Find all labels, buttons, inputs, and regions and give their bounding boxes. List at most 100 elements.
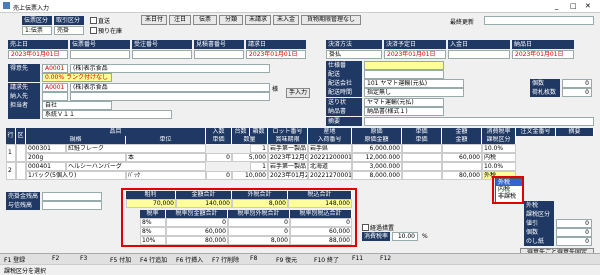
kamotsu-kigen-button[interactable]: 貨物期限管理なし (301, 15, 361, 25)
row1-tanka[interactable] (402, 144, 442, 153)
f7-button[interactable]: F7 行削除 (212, 255, 239, 264)
nohin-field[interactable]: 2023年01月01日 (512, 50, 574, 59)
row2-name[interactable]: ヘルシーハンバーグ (66, 162, 206, 171)
chokuso-checkbox[interactable] (90, 17, 97, 24)
denpyo-button[interactable]: 伝票 (193, 15, 217, 25)
col-ku: 区 (16, 128, 26, 144)
f10-button[interactable]: F10 終了 (314, 255, 339, 264)
kosu-bottom-field[interactable]: 0 (556, 228, 592, 237)
bunrui-button[interactable]: 分類 (219, 15, 243, 25)
row1-tanka2[interactable] (402, 153, 442, 162)
f3-button[interactable]: F3 (80, 255, 87, 262)
denpyo-kubun-select[interactable]: 1:伝票 (22, 26, 52, 35)
tax-type-field[interactable]: 10.00 (392, 232, 418, 241)
row1-sanchi[interactable]: 岩手県 (308, 144, 352, 153)
biko-field[interactable] (364, 117, 594, 126)
row1-kingaku2[interactable]: 60,000 (442, 153, 482, 162)
row2-shomi[interactable]: 2023年01月22日 (268, 171, 308, 180)
row1-code2[interactable]: 200g (26, 153, 126, 162)
kosu-field[interactable]: 0 (562, 79, 592, 88)
nebiki-field[interactable]: 0 (556, 219, 592, 228)
col-suryo: 数量 (232, 136, 268, 144)
kessai-yotei-field[interactable]: 2023年01月01日 (384, 50, 446, 59)
niokuri-field[interactable]: 0 (562, 88, 592, 97)
row2-kingaku[interactable] (442, 162, 482, 171)
seikyusaki-name-field[interactable]: (株)表示食品 (70, 83, 270, 92)
row2-unit[interactable]: ﾊﾟｯｸ (126, 171, 206, 180)
okurijo-field[interactable]: ヤマト運輸(元払) (364, 98, 444, 107)
row2-zeiritsu[interactable]: 10.0% (482, 162, 516, 171)
keigen-checkbox[interactable] (362, 224, 369, 231)
kamoku-field[interactable] (364, 61, 444, 70)
row2-code[interactable]: 000401 (26, 162, 66, 171)
row2-code2[interactable]: 1パック(5個入り) (26, 171, 126, 180)
f4-button[interactable]: F4 行追加 (140, 255, 167, 264)
f1-button[interactable]: F1 登録 (4, 255, 25, 264)
row2-genka2[interactable]: 8,000.000 (352, 171, 402, 180)
tantosha-field[interactable]: 自社 (42, 101, 112, 110)
nyukin-field[interactable] (448, 50, 510, 59)
f9-button[interactable]: F9 復元 (276, 255, 297, 264)
row1-kingaku[interactable] (442, 144, 482, 153)
denpyo-no-field[interactable] (70, 50, 130, 59)
row1-genka[interactable]: 6,000.000 (352, 144, 402, 153)
row1-name[interactable]: 紅鮭フレーク (66, 144, 206, 153)
row2-kingaku2[interactable]: 80,000 (442, 171, 482, 180)
chuubi-button[interactable]: 注日 (169, 15, 191, 25)
azukari-checkbox[interactable] (90, 27, 97, 34)
juchu-no-field[interactable] (132, 50, 192, 59)
row1-zeiritsu[interactable]: 10.0% (482, 144, 516, 153)
row2-tanka[interactable] (402, 162, 442, 171)
f2-button[interactable]: F2 (52, 255, 59, 262)
mi-seikyu-button[interactable]: 未請求 (245, 15, 271, 25)
nonyusaki-code-field[interactable] (42, 92, 68, 101)
tenyuryoku-button[interactable]: 手入力 (286, 88, 310, 98)
row2-hako[interactable]: 1 (250, 162, 268, 171)
row2-ku[interactable] (16, 162, 26, 180)
row1-genka2[interactable]: 12,000.000 (352, 153, 402, 162)
minimize-button[interactable]: _ (555, 2, 559, 10)
row2-dai[interactable]: 10,000 (232, 171, 268, 180)
tokuisaki-name-field[interactable]: (株)表示食品 (70, 64, 270, 73)
close-button[interactable]: ✕ (585, 2, 591, 10)
tokuisaki-code-field[interactable]: A0001 (42, 64, 68, 73)
row1-hako[interactable]: 1 (250, 144, 268, 153)
tantosha-name-field[interactable]: 系統Ｖ１１ (42, 110, 172, 119)
row2-tanka2[interactable] (402, 171, 442, 180)
maximize-button[interactable]: □ (570, 2, 577, 10)
row2-sanchi[interactable]: 北海道 (308, 162, 352, 171)
torihiki-kubun-select[interactable]: 売掛 (54, 26, 84, 35)
row1-unit[interactable]: 本 (126, 153, 206, 162)
tax-row2-total: 60,000 (290, 227, 352, 236)
mitsumori-no-field[interactable] (194, 50, 244, 59)
f5-button[interactable]: F5 付加 (110, 255, 131, 264)
row1-kazei[interactable]: 内税 (482, 153, 516, 162)
hatsu-field[interactable]: 納品書(様式１) (364, 107, 444, 116)
haiso-field[interactable] (364, 70, 444, 79)
row1-shomi[interactable]: 2023年12月08日 (268, 153, 308, 162)
nonyusaki-name-field[interactable] (70, 92, 270, 101)
row1-ku[interactable] (16, 144, 26, 162)
row2-genka[interactable]: 3,000.000 (352, 162, 402, 171)
row2-iri[interactable]: 0 (206, 171, 232, 180)
haiso-method-field[interactable]: 指定無し (364, 88, 464, 97)
f8-button[interactable]: F8 (250, 255, 257, 262)
row1-dai[interactable]: 5,000 (232, 153, 268, 162)
noshi-field[interactable]: 0 (556, 237, 592, 246)
row1-nyuka[interactable]: 20221200001 (308, 153, 352, 162)
mi-nyukin-button[interactable]: 未入金 (273, 15, 299, 25)
haiso-company-field[interactable]: 101 ヤマト運輸(元払) (364, 79, 464, 88)
kessai-field[interactable]: 掛払 (326, 50, 382, 59)
f12-button[interactable]: F12 (380, 255, 391, 262)
f6-button[interactable]: F6 行挿入 (176, 255, 203, 264)
seikyusaki-code-field[interactable]: A0001 (42, 83, 68, 92)
f11-button[interactable]: F11 (352, 255, 363, 262)
row2-nyuka[interactable]: 20221270001 (308, 171, 352, 180)
row1-iri[interactable]: 0 (206, 153, 232, 162)
row1-code[interactable]: 000301 (26, 144, 66, 153)
uriagebi-field[interactable]: 2023年01月01日 (8, 50, 68, 59)
row2-lot[interactable]: 岩手第一製品 (268, 162, 308, 171)
seikyu-field[interactable]: 2023年01月01日 (246, 50, 306, 59)
mi-hizuke-button[interactable]: 未日付 (141, 15, 167, 25)
row1-lot[interactable]: 岩手第一製品 (268, 144, 308, 153)
